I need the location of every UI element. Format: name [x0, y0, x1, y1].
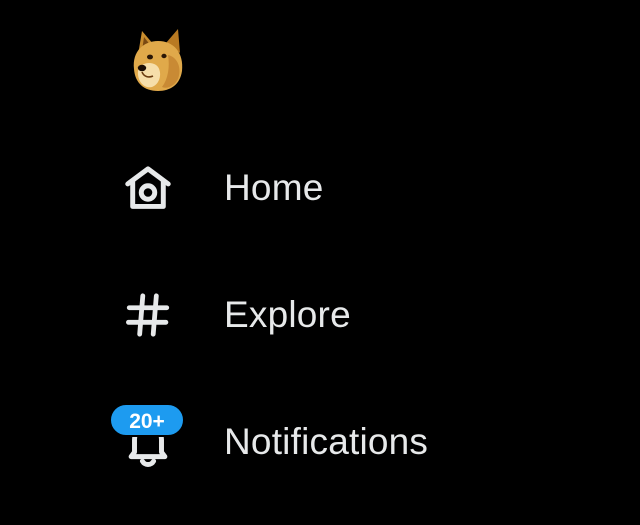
nav-item-home[interactable]: Home [110, 150, 530, 226]
notification-count-badge: 20+ [109, 403, 185, 437]
nav-item-explore-label: Explore [224, 294, 351, 335]
nav-item-notifications[interactable]: 20+ Notifications [109, 403, 530, 480]
nav-item-home-label: Home [224, 167, 324, 208]
nav-item-explore[interactable]: Explore [110, 277, 530, 353]
bell-icon: 20+ [109, 403, 186, 480]
sidebar-nav: Home Explore 20+ Notifications [0, 0, 640, 525]
hashtag-icon [110, 277, 186, 353]
doge-avatar-icon[interactable] [122, 25, 194, 97]
nav-item-notifications-label: Notifications [224, 421, 429, 462]
home-icon [110, 150, 186, 226]
